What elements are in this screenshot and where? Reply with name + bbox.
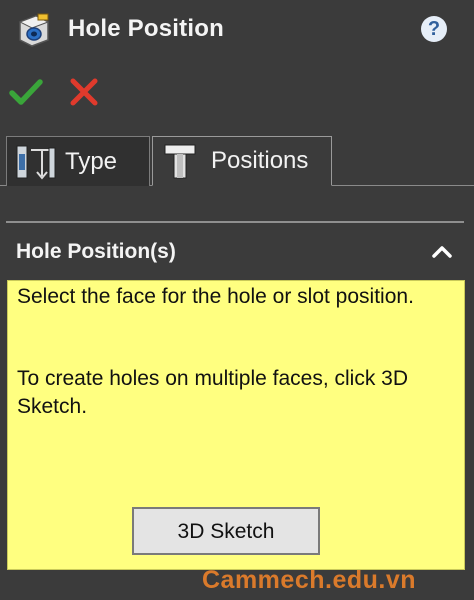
message-box: Select the face for the hole or slot pos… — [7, 280, 465, 570]
chevron-up-icon[interactable] — [430, 240, 454, 264]
hole-type-icon — [16, 145, 56, 180]
message-line: To create holes on multiple faces, click… — [17, 367, 409, 418]
cancel-button[interactable] — [66, 74, 102, 110]
3d-sketch-button[interactable]: 3D Sketch — [132, 507, 320, 555]
hole-wizard-icon — [18, 13, 50, 47]
help-icon[interactable]: ? — [421, 16, 447, 42]
tab-positions[interactable]: Positions — [152, 136, 332, 186]
message-line: Select the face for the hole or slot pos… — [17, 285, 414, 308]
action-bar — [0, 66, 474, 114]
tab-positions-label: Positions — [211, 147, 309, 174]
checkmark-icon — [9, 79, 43, 105]
watermark: Cammech.edu.vn — [202, 566, 417, 594]
section-divider — [6, 221, 464, 223]
section-title: Hole Position(s) — [16, 240, 176, 263]
page-title: Hole Position — [68, 15, 224, 42]
hole-positions-icon — [164, 144, 196, 179]
ok-button[interactable] — [8, 74, 44, 110]
tab-type[interactable]: Type — [6, 136, 150, 186]
property-manager-header: Hole Position ? — [0, 0, 474, 62]
tab-type-label: Type — [65, 147, 118, 175]
x-icon — [70, 78, 98, 106]
section-header[interactable]: Hole Position(s) — [6, 230, 464, 278]
